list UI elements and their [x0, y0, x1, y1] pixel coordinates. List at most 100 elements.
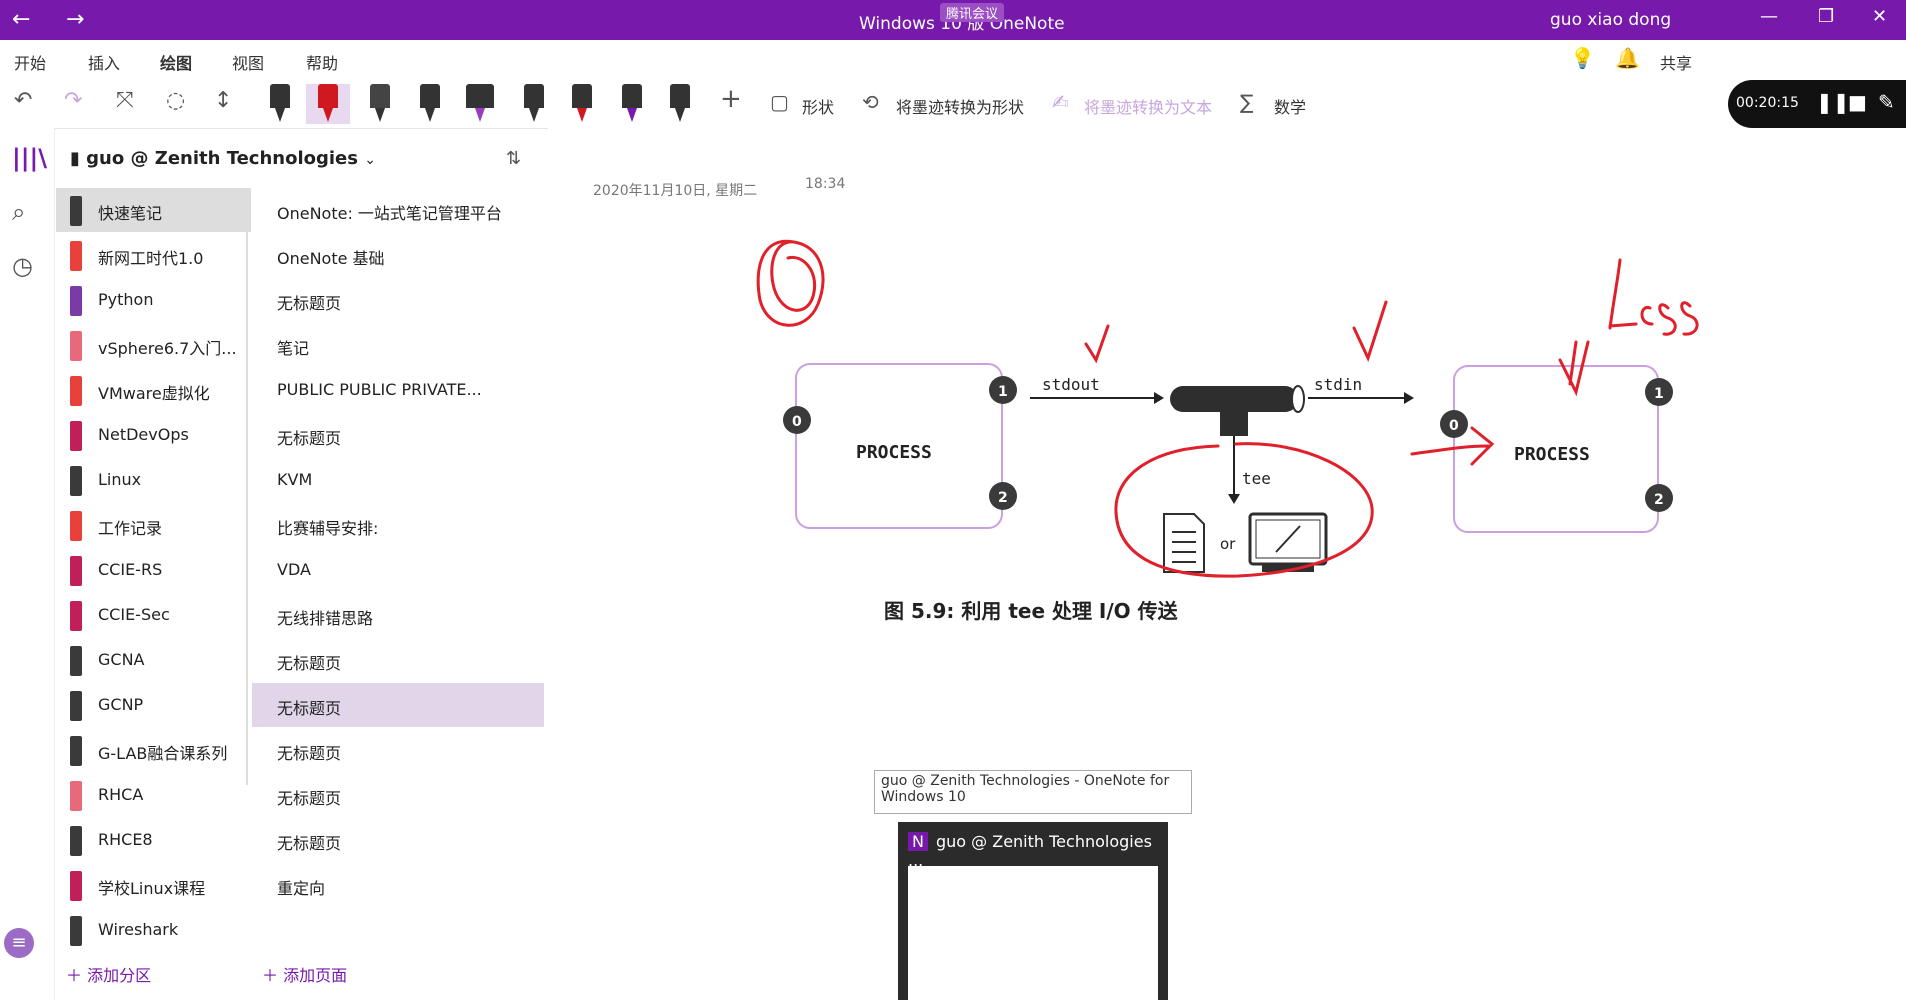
section-item[interactable]: GCNA: [56, 638, 251, 682]
stop-icon[interactable]: ■: [1848, 90, 1867, 114]
insert-space-icon[interactable]: ↕: [214, 88, 232, 113]
section-color-tab: [70, 781, 82, 811]
section-item[interactable]: RHCA: [56, 773, 251, 817]
tab-view[interactable]: 视图: [232, 50, 264, 74]
shapes-icon[interactable]: ▢: [770, 90, 789, 114]
lightbulb-icon[interactable]: 💡: [1570, 46, 1595, 70]
page-label: 无标题页: [277, 294, 342, 313]
section-item[interactable]: G-LAB融合课系列: [56, 728, 251, 772]
minimize-button[interactable]: —: [1760, 6, 1778, 27]
pen-black-icon[interactable]: [266, 84, 294, 124]
section-item[interactable]: 工作记录: [56, 503, 251, 547]
section-item[interactable]: vSphere6.7入门...: [56, 323, 251, 367]
share-button[interactable]: 共享: [1660, 50, 1692, 74]
page-item[interactable]: PUBLIC PUBLIC PRIVATE...: [252, 368, 544, 412]
page-item[interactable]: KVM: [252, 458, 544, 502]
user-name[interactable]: guo xiao dong: [1550, 10, 1671, 30]
page-item[interactable]: 笔记: [252, 323, 544, 367]
sort-icon[interactable]: ⇅: [506, 148, 521, 169]
section-item[interactable]: Linux: [56, 458, 251, 502]
page-item[interactable]: 无线排错思路: [252, 593, 544, 637]
ink-to-shape-button[interactable]: 将墨迹转换为形状: [896, 94, 1024, 118]
ink-to-shape-icon[interactable]: ⟲: [862, 90, 879, 114]
pencil-icon[interactable]: [520, 84, 548, 124]
pause-icon[interactable]: ❚❚: [1816, 90, 1850, 114]
pen-red-tip-icon[interactable]: [568, 84, 596, 124]
section-color-tab: [70, 241, 82, 271]
section-label: Linux: [98, 470, 142, 489]
section-item[interactable]: CCIE-RS: [56, 548, 251, 592]
math-button[interactable]: 数学: [1274, 94, 1306, 118]
section-item[interactable]: RHCE8: [56, 818, 251, 862]
section-item[interactable]: VMware虚拟化: [56, 368, 251, 412]
section-item[interactable]: NetDevOps: [56, 413, 251, 457]
undo-icon[interactable]: ↶: [14, 88, 32, 113]
add-pen-icon[interactable]: +: [720, 84, 742, 114]
maximize-button[interactable]: ❐: [1818, 6, 1834, 27]
section-color-tab: [70, 466, 82, 496]
section-item[interactable]: Wireshark: [56, 908, 251, 952]
page-item[interactable]: 无标题页: [252, 413, 544, 457]
pen-icon[interactable]: ✎: [1878, 90, 1895, 114]
pen-dark-icon[interactable]: [416, 84, 444, 124]
page-item[interactable]: 无标题页: [252, 278, 544, 322]
shapes-button[interactable]: 形状: [802, 94, 834, 118]
note-canvas[interactable]: [548, 128, 1906, 1000]
pen-red-selected-icon[interactable]: [306, 84, 350, 124]
section-item[interactable]: 快速笔记: [56, 188, 251, 232]
page-label: 笔记: [277, 339, 310, 358]
section-color-tab: [70, 331, 82, 361]
page-item[interactable]: OneNote: 一站式笔记管理平台: [252, 188, 544, 232]
add-section-button[interactable]: ＋ 添加分区: [66, 962, 151, 986]
section-item[interactable]: CCIE-Sec: [56, 593, 251, 637]
bell-icon[interactable]: 🔔: [1615, 46, 1640, 70]
section-label: vSphere6.7入门...: [98, 339, 237, 358]
tab-home[interactable]: 开始: [14, 50, 46, 74]
section-label: GCNP: [98, 695, 144, 714]
page-item[interactable]: 重定向: [252, 863, 544, 907]
section-item[interactable]: 新网工时代1.0: [56, 233, 251, 277]
search-icon[interactable]: ⌕: [12, 198, 25, 226]
redo-icon[interactable]: ↷: [64, 88, 82, 113]
taskbar-preview[interactable]: Nguo @ Zenith Technologies ...: [898, 822, 1168, 1000]
onenote-logo-icon[interactable]: ≡: [4, 928, 34, 958]
pen-purple-tip-icon[interactable]: [618, 84, 646, 124]
page-item[interactable]: 无标题页: [252, 728, 544, 772]
onenote-app-icon: N: [908, 832, 928, 851]
section-label: NetDevOps: [98, 425, 189, 444]
page-item[interactable]: 无标题页: [252, 683, 544, 727]
close-button[interactable]: ✕: [1872, 6, 1887, 27]
lasso-select-icon[interactable]: ⤧: [116, 88, 134, 113]
page-label: 无标题页: [277, 654, 342, 673]
page-item[interactable]: 比赛辅导安排:: [252, 503, 544, 547]
notebooks-icon[interactable]: |||\: [12, 144, 47, 172]
page-label: PUBLIC PUBLIC PRIVATE...: [277, 380, 482, 399]
section-item[interactable]: GCNP: [56, 683, 251, 727]
recent-clock-icon[interactable]: ◷: [12, 252, 33, 280]
math-icon[interactable]: ∑: [1240, 90, 1253, 114]
plus-icon: ＋: [66, 966, 88, 985]
draw-ribbon: ↶ ↷ ⤧ ◌ ↕ + ▢ 形状 ⟲ 将墨迹转换为形状 ✍ 将墨迹转换为文本 ∑…: [0, 78, 1906, 129]
page-item[interactable]: 无标题页: [252, 818, 544, 862]
page-item[interactable]: OneNote 基础: [252, 233, 544, 277]
notebook-switcher[interactable]: ▮ guo @ Zenith Technologies ⌄: [70, 148, 376, 169]
pen-black-tip-icon[interactable]: [666, 84, 694, 124]
add-page-button[interactable]: ＋ 添加页面: [262, 962, 347, 986]
pen-gray-icon[interactable]: [366, 84, 394, 124]
section-label: VMware虚拟化: [98, 384, 210, 403]
section-item[interactable]: Python: [56, 278, 251, 322]
tab-help[interactable]: 帮助: [306, 50, 338, 74]
page-label: 重定向: [277, 879, 326, 898]
section-label: 工作记录: [98, 519, 163, 538]
page-item[interactable]: VDA: [252, 548, 544, 592]
back-arrow-icon[interactable]: ←: [12, 6, 30, 34]
eraser-icon[interactable]: ◌: [166, 88, 185, 113]
page-item[interactable]: 无标题页: [252, 773, 544, 817]
forward-arrow-icon[interactable]: →: [66, 6, 84, 34]
ink-to-text-button[interactable]: 将墨迹转换为文本: [1084, 94, 1212, 118]
tab-draw[interactable]: 绘图: [160, 50, 193, 82]
highlighter-icon[interactable]: [466, 84, 494, 124]
page-item[interactable]: 无标题页: [252, 638, 544, 682]
tab-insert[interactable]: 插入: [88, 50, 120, 74]
section-item[interactable]: 学校Linux课程: [56, 863, 251, 907]
